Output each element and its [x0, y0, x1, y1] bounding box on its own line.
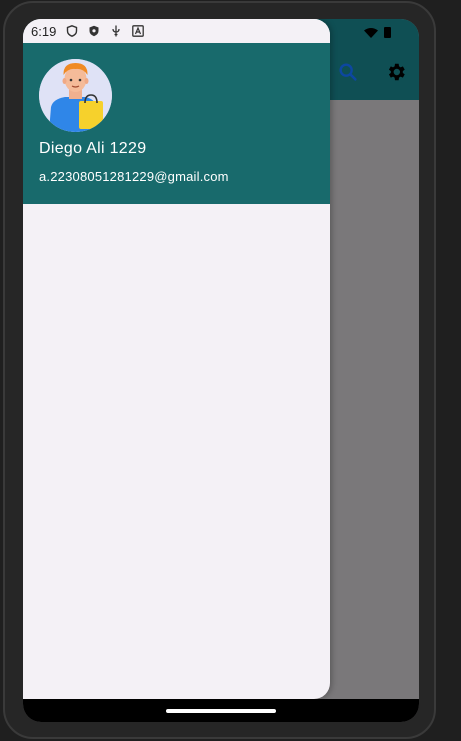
search-icon[interactable] [337, 61, 359, 83]
text-a-icon [132, 25, 145, 37]
drawer-header: Diego Ali 1229 a.22308051281229@gmail.co… [23, 43, 330, 204]
user-name: Diego Ali 1229 [39, 140, 147, 157]
battery-icon [384, 27, 391, 38]
avatar[interactable] [39, 59, 112, 132]
system-navigation-bar [23, 699, 419, 722]
usb-icon [110, 25, 122, 37]
status-bar: 6:19 [23, 19, 330, 43]
status-time: 6:19 [31, 23, 57, 39]
navigation-drawer: 6:19 Diego Ali 1229 a.22308051281229@gma… [23, 19, 330, 699]
status-bar-right [364, 27, 391, 38]
settings-icon[interactable] [385, 61, 407, 83]
app-bar-actions [337, 61, 407, 83]
user-email: a.22308051281229@gmail.com [39, 169, 229, 184]
phone-screen: 6:19 Diego Ali 1229 a.22308051281229@gma… [23, 19, 419, 722]
shield-outline-icon [66, 25, 78, 37]
avatar-shopper-icon [39, 59, 112, 132]
shield-filled-icon [88, 25, 100, 37]
wifi-icon [364, 27, 378, 38]
home-gesture-handle[interactable] [166, 709, 276, 713]
